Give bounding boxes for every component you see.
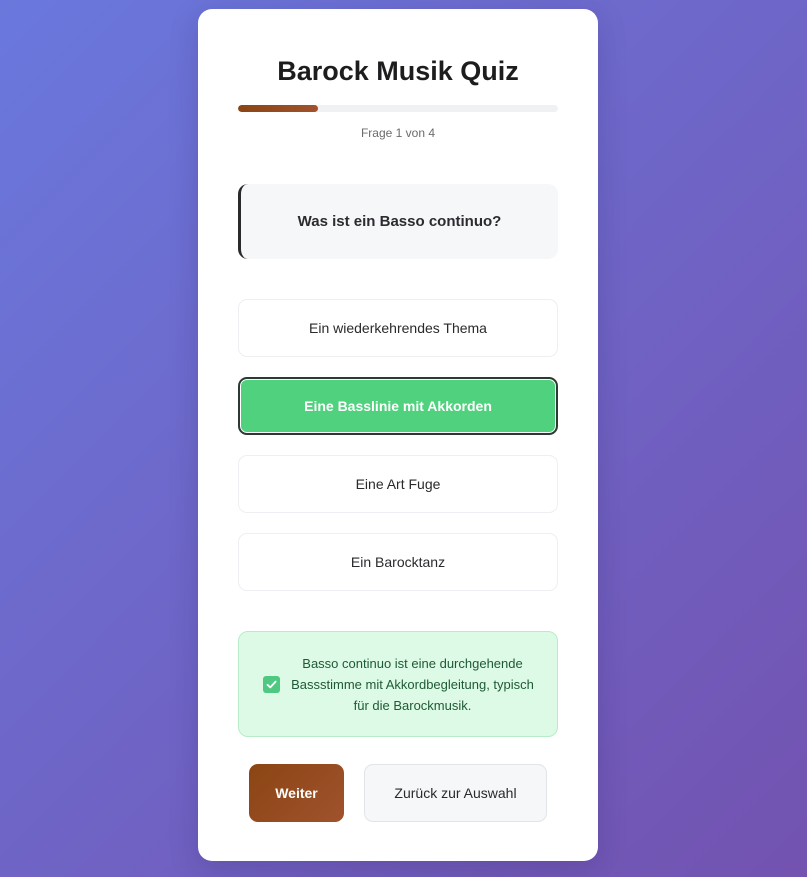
- progress-text: Frage 1 von 4: [360, 126, 436, 140]
- question-box: Was ist ein Basso continuo?: [238, 184, 558, 259]
- quiz-card: Barock Musik Quiz Frage 1 von 4 Was ist …: [198, 9, 598, 861]
- progress-bar-fill: [238, 105, 318, 112]
- quiz-title: Barock Musik Quiz: [277, 56, 519, 86]
- back-to-selection-button[interactable]: Zurück zur Auswahl: [364, 764, 547, 822]
- answer-option[interactable]: Ein Barocktanz: [238, 533, 558, 591]
- feedback-box: Basso continuo ist eine durchgehende Bas…: [238, 631, 558, 737]
- answer-option[interactable]: Ein wiederkehrendes Thema: [238, 299, 558, 357]
- progress-bar: [238, 105, 558, 112]
- answer-option[interactable]: Eine Art Fuge: [238, 455, 558, 513]
- answer-option[interactable]: Eine Basslinie mit Akkorden: [238, 377, 558, 435]
- question-text: Was ist ein Basso continuo?: [297, 213, 502, 230]
- feedback-text: Basso continuo ist eine durchgehende Bas…: [291, 655, 534, 713]
- check-icon: [263, 675, 280, 693]
- next-button[interactable]: Weiter: [249, 764, 344, 822]
